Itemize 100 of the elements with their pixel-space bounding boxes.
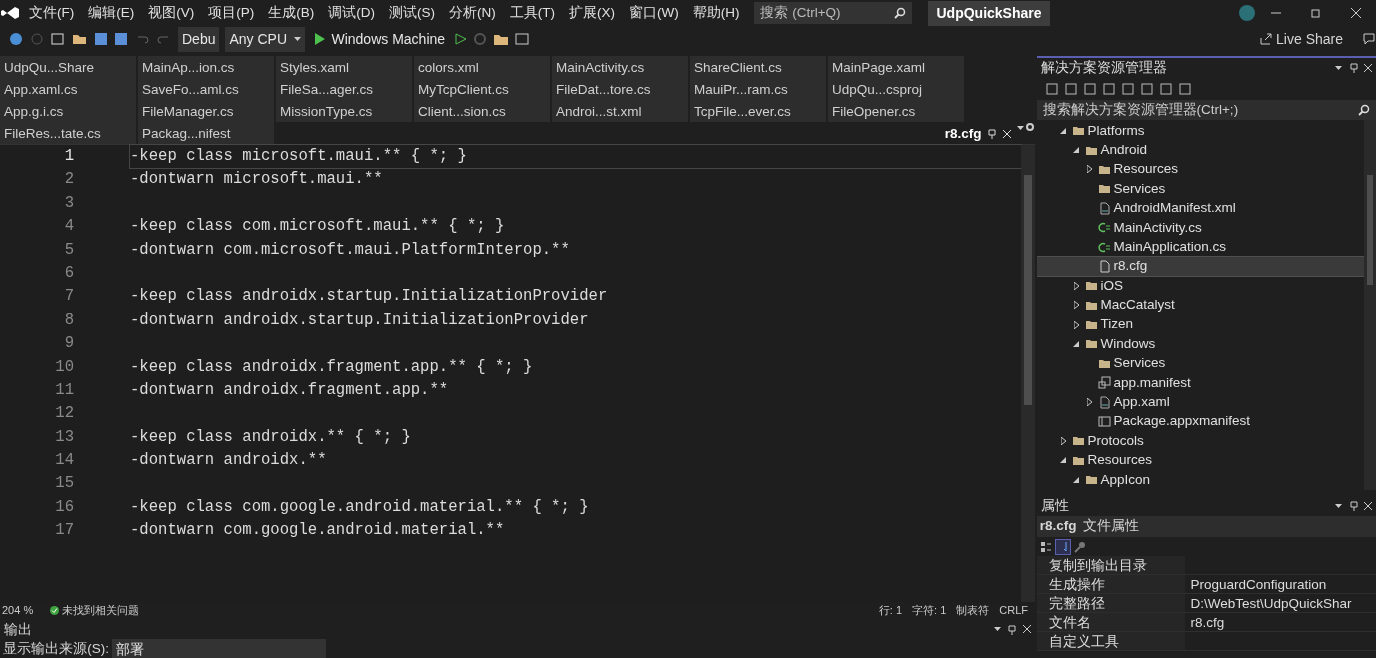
tree-item[interactable]: MacCatalyst [1036, 295, 1364, 315]
pin-icon[interactable] [1349, 63, 1358, 73]
categorized-icon[interactable] [1039, 540, 1052, 553]
document-tab[interactable]: MauiPr...ram.cs [690, 78, 828, 100]
folder-icon[interactable] [493, 32, 510, 46]
document-tab[interactable]: Packag...nifest [138, 122, 276, 144]
live-share-button[interactable]: Live Share [1258, 28, 1343, 50]
menu-item[interactable]: 帮助(H) [685, 2, 747, 24]
collapsed-arrow-icon[interactable] [1060, 436, 1066, 445]
property-value[interactable]: D:\WebTest\UdpQuickShar [1184, 594, 1376, 613]
close-icon[interactable] [1022, 625, 1031, 633]
dropdown-icon[interactable] [1335, 502, 1343, 510]
document-tab[interactable]: FileOpener.cs [828, 100, 966, 122]
property-value[interactable]: ProguardConfiguration [1184, 575, 1376, 594]
tree-item[interactable]: Tizen [1036, 314, 1364, 335]
feedback-icon[interactable] [1362, 32, 1376, 46]
document-tab[interactable]: FileSa...ager.cs [276, 78, 414, 100]
window-icon[interactable] [515, 32, 532, 46]
menu-item[interactable]: 文件(F) [22, 2, 82, 24]
menu-item[interactable]: 测试(S) [382, 2, 442, 24]
issues-status[interactable]: 未找到相关问题 [49, 602, 139, 619]
document-tab[interactable]: Androi...st.xml [552, 100, 690, 122]
close-icon[interactable] [1364, 64, 1372, 72]
document-tab[interactable]: UdpQu...csproj [828, 78, 966, 100]
menu-item[interactable]: 编辑(E) [81, 2, 142, 24]
scrollbar[interactable] [1020, 145, 1035, 602]
document-tab[interactable]: Styles.xaml [276, 56, 414, 78]
output-source-dropdown[interactable]: 部署 [112, 639, 327, 658]
indent-mode[interactable]: 制表符 [956, 602, 990, 619]
search-field[interactable]: 搜索 (Ctrl+Q) [754, 2, 913, 24]
scrollbar[interactable] [1364, 120, 1376, 490]
collapsed-arrow-icon[interactable] [1086, 398, 1092, 407]
menu-item[interactable]: 调试(D) [321, 2, 382, 24]
run-button[interactable]: Windows Machine [311, 26, 450, 52]
menu-item[interactable]: 分析(N) [442, 2, 503, 24]
tree-item[interactable]: AppIcon [1036, 470, 1364, 490]
expanded-arrow-icon[interactable] [1073, 341, 1079, 347]
menu-item[interactable]: 生成(B) [261, 2, 322, 24]
zoom-level[interactable]: 204 % [2, 602, 34, 619]
expanded-arrow-icon[interactable] [1073, 147, 1079, 154]
close-icon[interactable] [1364, 502, 1372, 510]
tree-item[interactable]: Package.appxmanifest [1036, 411, 1364, 432]
expanded-arrow-icon[interactable] [1073, 476, 1079, 483]
document-tab[interactable]: UdpQu...Share [0, 56, 138, 78]
document-tab[interactable]: App.g.i.cs [0, 100, 138, 122]
tree-item[interactable]: Platforms [1036, 121, 1364, 141]
property-value[interactable]: r8.cfg [1184, 613, 1376, 632]
collapsed-arrow-icon[interactable] [1073, 320, 1079, 329]
tree-item[interactable]: Services [1036, 179, 1364, 199]
tree-item[interactable]: r8.cfg [1036, 256, 1364, 277]
document-tab[interactable]: MainActivity.cs [552, 56, 690, 78]
document-tab[interactable]: App.xaml.cs [0, 78, 138, 100]
expanded-arrow-icon[interactable] [1060, 457, 1066, 464]
document-tab[interactable]: MainPage.xaml [828, 56, 966, 78]
platform-dropdown[interactable]: Any CPU [225, 26, 306, 52]
dropdown-icon[interactable] [993, 625, 1002, 633]
pin-icon[interactable] [988, 129, 996, 139]
pin-icon[interactable] [1008, 625, 1016, 635]
document-tab[interactable]: FileManager.cs [138, 100, 276, 122]
menu-item[interactable]: 工具(T) [502, 2, 562, 24]
document-tab[interactable]: ShareClient.cs [690, 56, 828, 78]
menu-item[interactable]: 视图(V) [141, 2, 202, 24]
collapsed-arrow-icon[interactable] [1073, 281, 1079, 290]
expanded-arrow-icon[interactable] [1060, 127, 1066, 134]
document-tab[interactable]: TcpFile...ever.cs [690, 100, 828, 122]
menu-item[interactable]: 扩展(X) [562, 2, 622, 24]
document-tab[interactable]: Client...sion.cs [414, 100, 552, 122]
tree-item[interactable]: Resources [1036, 450, 1364, 471]
line-ending[interactable]: CRLF [999, 602, 1028, 619]
document-tab[interactable]: MainAp...ion.cs [138, 56, 276, 78]
document-tab[interactable]: MyTcpClient.cs [414, 78, 552, 100]
tree-item[interactable]: AndroidManifest.xml [1036, 198, 1364, 218]
avatar-icon[interactable] [1238, 4, 1256, 22]
tree-item[interactable]: app.manifest [1036, 373, 1364, 393]
document-tab[interactable]: SaveFo...aml.cs [138, 78, 276, 100]
tree-item[interactable]: Android [1036, 140, 1364, 160]
close-icon[interactable] [1002, 130, 1011, 138]
document-tab[interactable]: FileDat...tore.cs [552, 78, 690, 100]
document-tab[interactable]: MissionType.cs [276, 100, 414, 122]
tree-item[interactable]: Resources [1036, 159, 1364, 180]
settings-icon[interactable] [1024, 122, 1035, 132]
dropdown-icon[interactable] [1335, 64, 1343, 72]
tree-item[interactable]: Protocols [1036, 431, 1364, 451]
collapsed-arrow-icon[interactable] [1073, 301, 1079, 310]
menu-item[interactable]: 项目(P) [201, 2, 262, 24]
collapsed-arrow-icon[interactable] [1086, 165, 1092, 174]
document-tab[interactable]: colors.xml [414, 56, 552, 78]
tree-item[interactable]: MainApplication.cs [1036, 237, 1364, 257]
tree-item[interactable]: Windows [1036, 334, 1364, 354]
play-outline-icon[interactable] [455, 33, 468, 45]
document-tab[interactable]: FileRes...tate.cs [0, 122, 138, 144]
pin-icon[interactable] [1349, 501, 1358, 511]
key-icon[interactable] [1074, 540, 1087, 553]
object-selector[interactable]: r8.cfg 文件属性 [1036, 516, 1376, 537]
menu-item[interactable]: 窗口(W) [622, 2, 686, 24]
tree-item[interactable]: iOS [1036, 276, 1364, 296]
tree-item[interactable]: App.xaml [1036, 392, 1364, 412]
tree-item[interactable]: MainActivity.cs [1036, 217, 1364, 238]
configuration-dropdown[interactable]: Debu [178, 26, 220, 52]
search-field[interactable]: 搜索解决方案资源管理器(Ctrl+;) [1036, 100, 1376, 120]
